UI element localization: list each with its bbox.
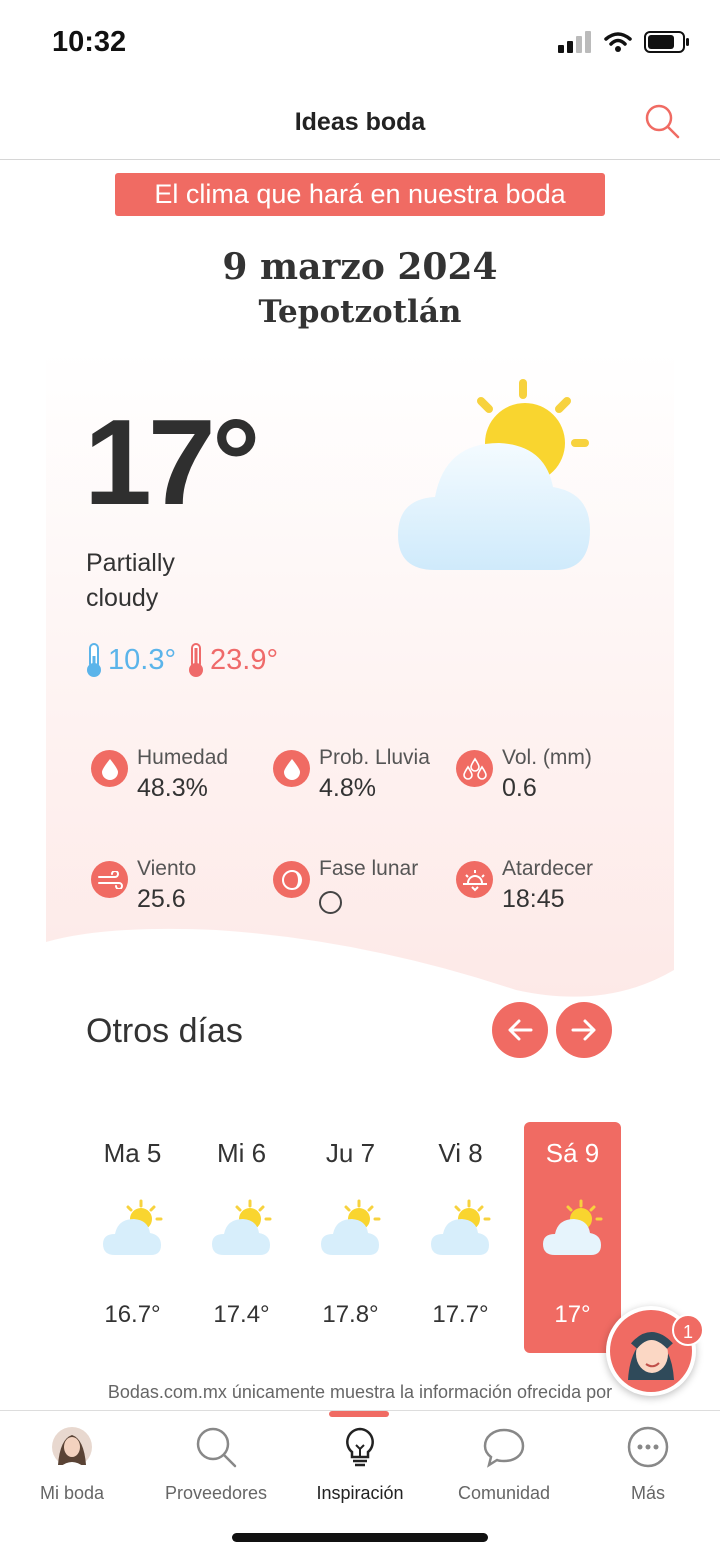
partly-cloudy-icon bbox=[398, 379, 590, 570]
tab-proveedores[interactable]: Proveedores bbox=[144, 1425, 288, 1504]
thermometer-hot-icon bbox=[189, 643, 204, 677]
volume-label: Vol. (mm) bbox=[502, 746, 592, 769]
weather-condition: Partially cloudy bbox=[86, 549, 175, 612]
lightbulb-icon bbox=[346, 1427, 374, 1467]
partly-cloudy-icon bbox=[211, 1199, 271, 1255]
stat-wind: Viento 25.6 bbox=[91, 855, 196, 915]
volume-value: 0.6 bbox=[502, 774, 537, 802]
day-name: Sá 9 bbox=[545, 1138, 600, 1168]
min-max-temperature: 10.3° 23.9° bbox=[84, 642, 278, 678]
wedding-date: 9 marzo 2024 bbox=[222, 246, 498, 288]
more-icon bbox=[627, 1426, 669, 1468]
status-time: 10:32 bbox=[52, 26, 127, 58]
day-card[interactable]: Ju 7 17.8° bbox=[302, 1122, 399, 1353]
battery-icon bbox=[644, 31, 689, 53]
stat-humidity: Humedad 48.3% bbox=[91, 744, 228, 804]
stat-rain-probability: Prob. Lluvia 4.8% bbox=[273, 744, 430, 804]
droplet-icon bbox=[273, 750, 310, 787]
tab-comunidad[interactable]: Comunidad bbox=[432, 1425, 576, 1504]
arrow-right-icon bbox=[571, 1019, 596, 1041]
active-tab-indicator bbox=[329, 1411, 389, 1417]
day-name: Ju 7 bbox=[325, 1138, 376, 1168]
arrow-left-icon bbox=[508, 1019, 533, 1041]
day-temperature: 17.7° bbox=[432, 1301, 489, 1328]
day-name: Ma 5 bbox=[103, 1138, 162, 1168]
app-header: Ideas boda bbox=[0, 86, 720, 160]
partly-cloudy-icon bbox=[430, 1199, 490, 1255]
sunset-icon bbox=[456, 861, 493, 898]
home-indicator bbox=[232, 1533, 488, 1542]
wind-value: 25.6 bbox=[137, 885, 186, 913]
stat-rain-volume: Vol. (mm) 0.6 bbox=[456, 744, 592, 804]
current-temperature: 17° bbox=[84, 394, 260, 530]
rain-prob-value: 4.8% bbox=[319, 774, 376, 802]
previous-days-button[interactable] bbox=[492, 1002, 548, 1058]
moon-phase-icon bbox=[273, 861, 310, 898]
day-card[interactable]: Ma 5 16.7° bbox=[84, 1122, 181, 1353]
status-bar: 10:32 bbox=[0, 0, 720, 86]
signal-icon bbox=[558, 31, 591, 53]
sunset-value: 18:45 bbox=[502, 885, 565, 913]
wind-label: Viento bbox=[137, 857, 197, 880]
new-moon-icon bbox=[319, 891, 342, 914]
day-name: Mi 6 bbox=[216, 1138, 267, 1168]
stat-moon-phase: Fase lunar bbox=[273, 855, 418, 914]
next-days-button[interactable] bbox=[556, 1002, 612, 1058]
moon-label: Fase lunar bbox=[319, 857, 419, 880]
day-name: Vi 8 bbox=[438, 1138, 483, 1168]
other-days-title: Otros días bbox=[86, 1012, 243, 1050]
partly-cloudy-icon bbox=[102, 1199, 162, 1255]
tab-mi-boda[interactable]: Mi boda bbox=[0, 1425, 144, 1504]
day-temperature: 16.7° bbox=[104, 1301, 161, 1328]
tab-label: Inspiración bbox=[316, 1483, 404, 1503]
droplet-icon bbox=[91, 750, 128, 787]
max-temperature: 23.9° bbox=[210, 643, 279, 676]
tab-mas[interactable]: Más bbox=[576, 1425, 720, 1504]
min-temperature: 10.3° bbox=[108, 643, 177, 676]
rain-drops-icon bbox=[456, 750, 493, 787]
chat-bubble-icon bbox=[483, 1428, 525, 1468]
tab-label: Proveedores bbox=[164, 1483, 268, 1503]
notification-badge: 1 bbox=[672, 1314, 704, 1346]
tab-label: Más bbox=[630, 1483, 665, 1503]
sunset-label: Atardecer bbox=[502, 857, 594, 880]
search-icon bbox=[196, 1427, 237, 1468]
day-temperature: 17.8° bbox=[322, 1301, 379, 1328]
partly-cloudy-icon bbox=[320, 1199, 380, 1255]
weather-banner: El clima que hará en nuestra boda bbox=[115, 173, 605, 216]
avatar-icon bbox=[52, 1427, 92, 1467]
wind-icon bbox=[91, 861, 128, 898]
wedding-place: Tepotzotlán bbox=[258, 294, 462, 330]
day-card[interactable]: Vi 8 17.7° bbox=[412, 1122, 509, 1353]
search-icon[interactable] bbox=[642, 102, 682, 142]
stat-sunset: Atardecer 18:45 bbox=[456, 855, 593, 915]
rain-prob-label: Prob. Lluvia bbox=[319, 746, 430, 769]
partly-cloudy-icon bbox=[542, 1199, 602, 1255]
day-temperature: 17.4° bbox=[213, 1301, 270, 1328]
day-card[interactable]: Mi 6 17.4° bbox=[193, 1122, 290, 1353]
wifi-icon bbox=[604, 32, 632, 52]
tab-label: Mi boda bbox=[39, 1483, 105, 1503]
status-icons bbox=[558, 30, 690, 54]
thermometer-cold-icon bbox=[87, 643, 101, 677]
page-title: Ideas boda bbox=[294, 108, 426, 136]
tab-inspiracion[interactable]: Inspiración bbox=[288, 1425, 432, 1504]
tab-label: Comunidad bbox=[457, 1483, 551, 1503]
humidity-value: 48.3% bbox=[137, 774, 208, 802]
humidity-label: Humedad bbox=[137, 746, 229, 769]
